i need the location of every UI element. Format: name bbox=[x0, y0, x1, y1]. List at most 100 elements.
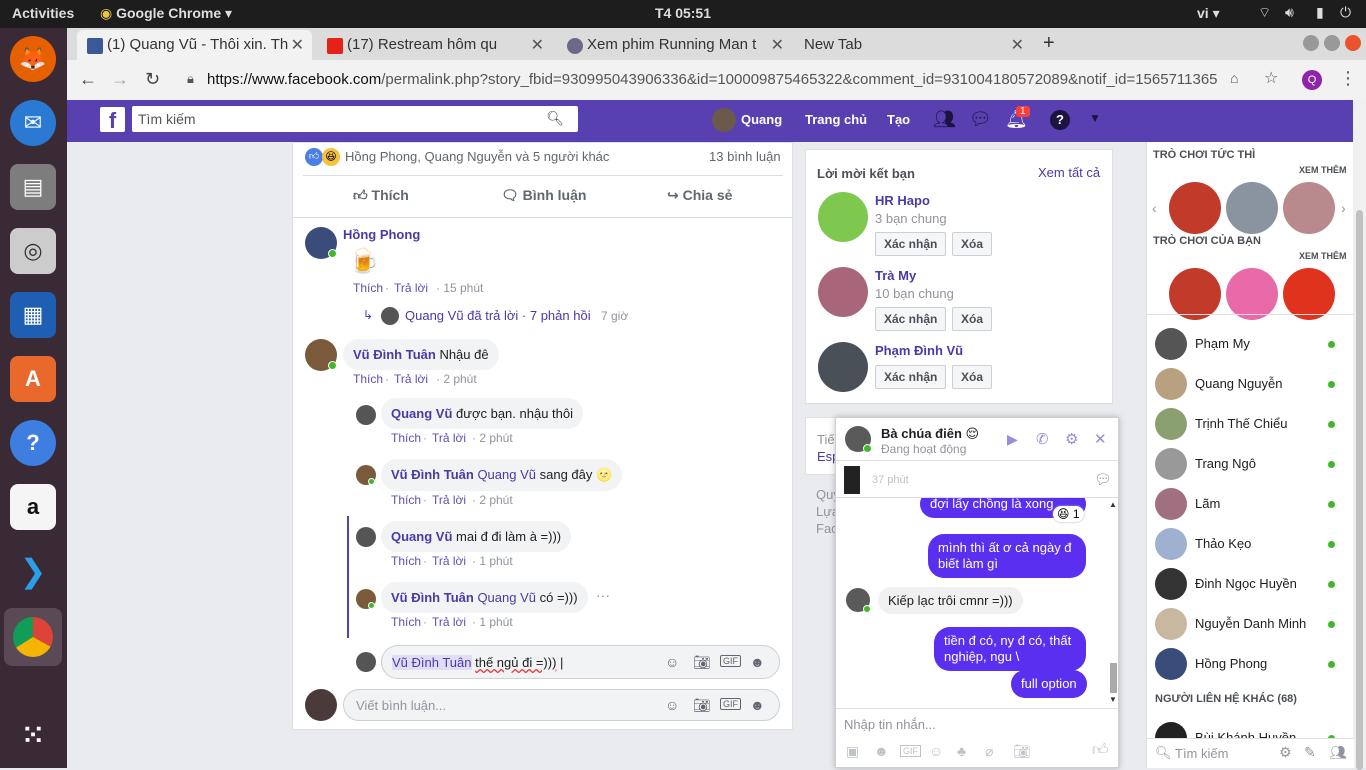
reply-reply[interactable]: Trả lời bbox=[432, 554, 466, 568]
wifi-icon[interactable]: ⌔ bbox=[1258, 4, 1271, 22]
files-icon[interactable]: ▤ bbox=[10, 164, 56, 210]
message-input[interactable]: Nhập tin nhắn... bbox=[844, 717, 936, 732]
game-thumbnail[interactable] bbox=[1226, 268, 1278, 320]
confirm-button[interactable]: Xác nhận bbox=[875, 365, 947, 389]
emoji-icon[interactable]: ☺ bbox=[929, 743, 943, 759]
back-icon[interactable]: ← bbox=[79, 69, 97, 90]
comment-reply[interactable]: Trả lời bbox=[394, 281, 428, 295]
message-list[interactable]: đợi lấy chồng là xong 😆 1 mình thì ất ơ … bbox=[836, 498, 1108, 708]
request-name[interactable]: Phạm Đình Vũ bbox=[875, 343, 963, 358]
bookmark-star-icon[interactable]: ☆ bbox=[1264, 68, 1278, 88]
settings-icon[interactable]: ⚙ bbox=[1065, 430, 1078, 448]
contact-item[interactable]: Trịnh Thế Chiểu bbox=[1155, 404, 1347, 444]
reply-author[interactable]: Vũ Đình Tuân bbox=[391, 590, 474, 605]
account-menu-icon[interactable]: ▼ bbox=[1089, 111, 1101, 125]
reply-like[interactable]: Thích bbox=[391, 554, 421, 568]
chat-scrollbar[interactable]: ▲ ▼ bbox=[1108, 500, 1118, 706]
comment-author[interactable]: Hồng Phong bbox=[343, 227, 420, 242]
request-name[interactable]: Trà My bbox=[875, 268, 916, 283]
request-name[interactable]: HR Hapo bbox=[875, 193, 930, 208]
reload-icon[interactable]: ↻ bbox=[145, 69, 160, 90]
camera-icon[interactable]: 📷︎ bbox=[693, 654, 711, 671]
show-apps-icon[interactable]: ⁙ bbox=[10, 712, 56, 758]
comment-time[interactable]: · 2 phút bbox=[436, 372, 477, 386]
contact-item[interactable]: Đinh Ngọc Huyền bbox=[1155, 564, 1347, 604]
messenger-icon[interactable]: 💬︎ bbox=[1094, 471, 1112, 488]
comment-count[interactable]: 13 bình luận bbox=[709, 149, 781, 164]
contact-item[interactable]: Lãm bbox=[1155, 484, 1347, 524]
sticker-icon[interactable]: ☻ bbox=[874, 743, 889, 759]
lock-icon[interactable]: 🔒︎ bbox=[187, 71, 194, 87]
avatar[interactable] bbox=[818, 342, 868, 392]
sticker-icon[interactable]: ☻ bbox=[750, 654, 765, 670]
compose-icon[interactable]: ✎ bbox=[1304, 744, 1316, 761]
delete-button[interactable]: Xóa bbox=[952, 232, 993, 256]
avatar[interactable] bbox=[356, 527, 376, 547]
clock[interactable]: T4 05:51 bbox=[0, 5, 1366, 21]
comment-like[interactable]: Thích bbox=[353, 281, 383, 295]
rhythmbox-icon[interactable]: ◎ bbox=[10, 228, 56, 274]
tab-facebook[interactable]: (1) Quang Vũ - Thôi xin. Th ✕ bbox=[77, 30, 312, 60]
close-window-button[interactable] bbox=[1345, 35, 1361, 51]
reactors-text[interactable]: Hồng Phong, Quang Nguyễn và 5 người khác bbox=[345, 149, 609, 164]
new-tab-button[interactable]: + bbox=[1043, 32, 1055, 55]
emoji-icon[interactable]: ☺ bbox=[665, 654, 679, 670]
thumbs-up-icon[interactable]: 👍︎ bbox=[1092, 741, 1109, 760]
messenger-icon[interactable]: 💬︎ bbox=[969, 109, 992, 130]
chrome-dock-icon[interactable] bbox=[4, 608, 62, 666]
close-tab-icon[interactable]: ✕ bbox=[771, 35, 784, 55]
gif-icon[interactable]: GIF bbox=[720, 698, 741, 710]
comment-input[interactable]: Viết bình luận... ☺ 📷︎ GIF ☻ bbox=[343, 689, 780, 721]
confirm-button[interactable]: Xác nhận bbox=[875, 307, 947, 331]
game-thumbnail[interactable] bbox=[1283, 268, 1335, 320]
firefox-icon[interactable]: 🦊 bbox=[10, 36, 56, 82]
close-tab-icon[interactable]: ✕ bbox=[1011, 35, 1024, 55]
avatar[interactable] bbox=[818, 267, 868, 317]
create-link[interactable]: Tạo bbox=[887, 112, 910, 127]
gif-icon[interactable]: GIF bbox=[720, 655, 741, 667]
reply-reply[interactable]: Trả lời bbox=[432, 493, 466, 507]
camera-icon[interactable]: 📷︎ bbox=[1013, 743, 1031, 760]
game-thumbnail[interactable] bbox=[1169, 268, 1221, 320]
contacts-search-input[interactable]: Tìm kiếm bbox=[1175, 746, 1228, 761]
phone-icon[interactable]: ✆ bbox=[1036, 430, 1049, 448]
search-input[interactable]: Tìm kiếm 🔍︎ bbox=[132, 106, 578, 132]
reply-author[interactable]: Vũ Đình Tuân bbox=[391, 467, 474, 482]
friends-icon[interactable]: 👥︎ bbox=[933, 109, 956, 130]
mention[interactable]: Quang Vũ bbox=[477, 590, 536, 605]
profile-avatar[interactable]: Q bbox=[1302, 70, 1322, 90]
reply-time[interactable]: · 2 phút bbox=[472, 493, 513, 507]
contact-item[interactable]: Thảo Kẹo bbox=[1155, 524, 1347, 564]
page-scrollbar[interactable] bbox=[1353, 100, 1366, 770]
shared-thumbnail[interactable] bbox=[844, 466, 860, 494]
video-call-icon[interactable]: ▶ bbox=[1007, 431, 1018, 448]
minimize-button[interactable] bbox=[1303, 35, 1319, 51]
contact-item[interactable]: Phạm My bbox=[1155, 324, 1347, 364]
help-icon[interactable]: ? bbox=[1050, 110, 1070, 130]
reply-reply[interactable]: Trả lời bbox=[432, 431, 466, 445]
share-button[interactable]: ↪ Chia sẻ bbox=[667, 187, 732, 204]
reply-like[interactable]: Thích bbox=[391, 615, 421, 629]
reply-input[interactable]: Vũ Đình Tuân thế ngủ đi =))) | ☺ 📷︎ GIF … bbox=[381, 645, 780, 679]
comment-author[interactable]: Vũ Đình Tuân bbox=[353, 347, 436, 362]
reply-reply[interactable]: Trả lời bbox=[432, 615, 466, 629]
settings-icon[interactable]: ⚙ bbox=[1279, 744, 1292, 761]
user-avatar[interactable] bbox=[712, 108, 736, 132]
home-link[interactable]: Trang chủ bbox=[805, 112, 867, 127]
contact-item[interactable]: Quang Nguyễn bbox=[1155, 364, 1347, 404]
game-icon[interactable]: ♣ bbox=[957, 743, 966, 759]
volume-icon[interactable]: 🔊︎ bbox=[1285, 4, 1294, 21]
see-more-link[interactable]: XEM THÊM bbox=[1299, 251, 1347, 261]
chat-name[interactable]: Bà chúa điên 😌 bbox=[881, 426, 979, 442]
comment-reply[interactable]: Trả lời bbox=[394, 372, 428, 386]
close-tab-icon[interactable]: ✕ bbox=[291, 35, 304, 55]
group-icon[interactable]: 👥︎ bbox=[1329, 744, 1347, 761]
game-thumbnail[interactable] bbox=[1169, 182, 1221, 234]
reply-author[interactable]: Quang Vũ bbox=[391, 406, 452, 421]
avatar[interactable] bbox=[818, 192, 868, 242]
avatar[interactable] bbox=[356, 405, 376, 425]
chrome-menu-icon[interactable]: ⋮ bbox=[1339, 68, 1357, 89]
translate-icon[interactable]: ⌂ bbox=[1230, 70, 1238, 86]
comment-like[interactable]: Thích bbox=[353, 372, 383, 386]
maximize-button[interactable] bbox=[1324, 35, 1340, 51]
